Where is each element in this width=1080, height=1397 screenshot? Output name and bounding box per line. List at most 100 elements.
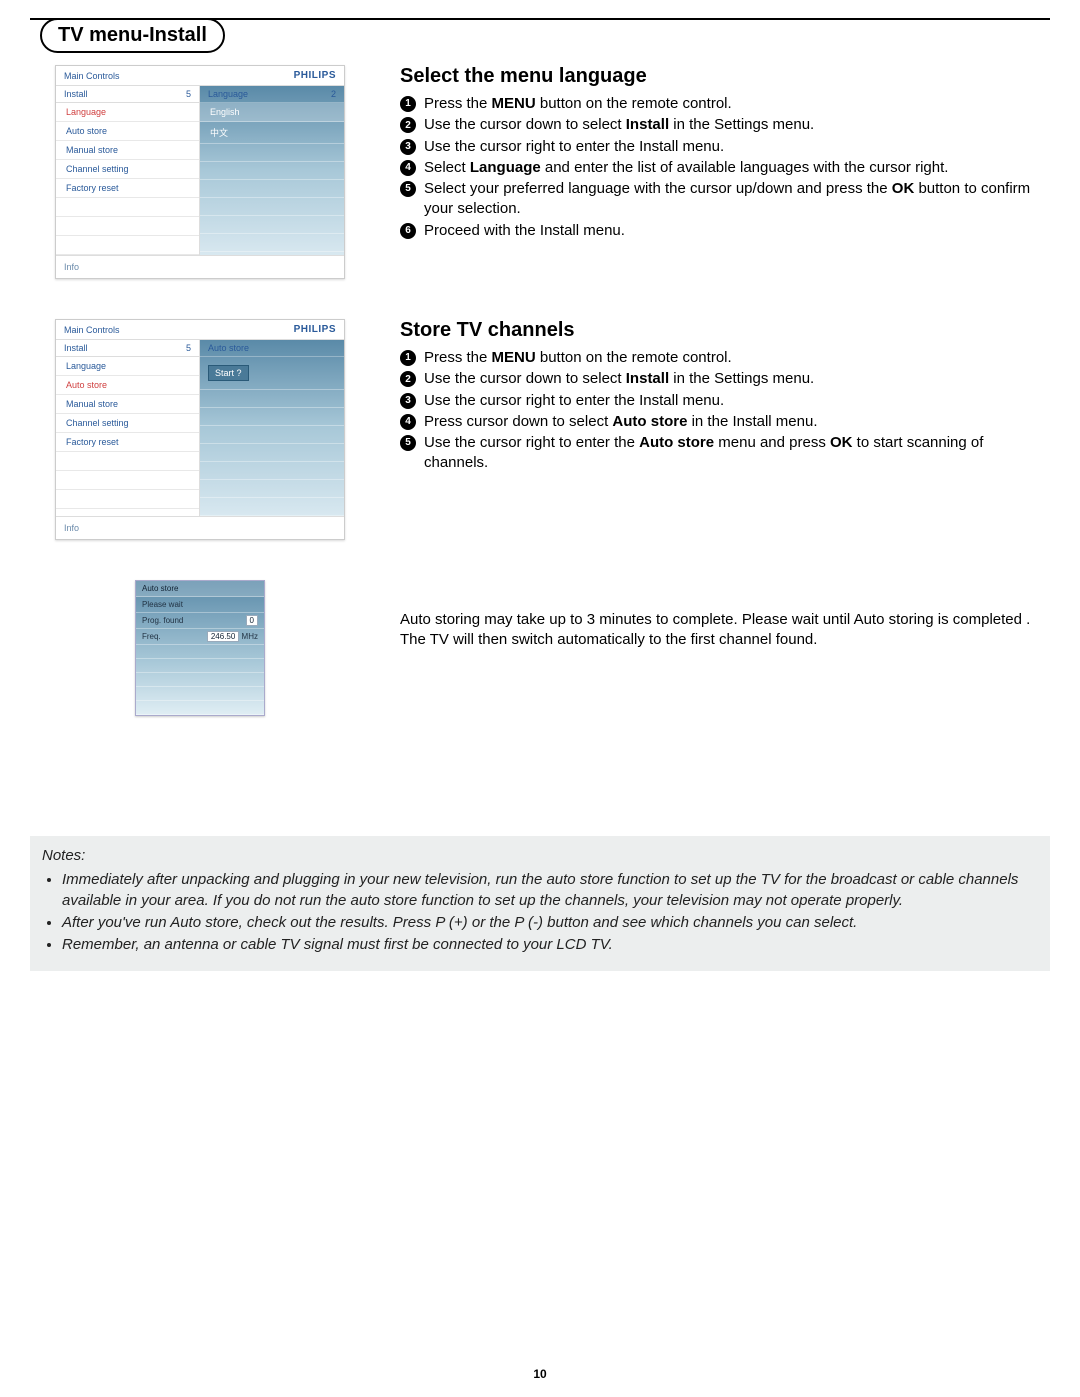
- main-controls-label: Main Controls: [64, 71, 120, 81]
- step-number-icon: 5: [400, 435, 416, 451]
- instruction-step: 3Use the cursor right to enter the Insta…: [400, 137, 1050, 157]
- instruction-step: 5 Use the cursor right to enter the Auto …: [400, 433, 1050, 474]
- progress-suffix: MHz: [239, 632, 258, 641]
- instruction-step: 4 Select Language and enter the list of a…: [400, 158, 1050, 178]
- progress-title: Auto store: [136, 581, 264, 597]
- instruction-step: 1 Press the MENU button on the remote con…: [400, 348, 1050, 368]
- instruction-step: 2 Use the cursor down to select Install i…: [400, 369, 1050, 389]
- menu-item[interactable]: Auto store: [56, 122, 199, 141]
- blank-row: [136, 659, 264, 673]
- progress-row: Prog. found 0: [136, 613, 264, 629]
- menu-item[interactable]: Channel setting: [56, 414, 199, 433]
- progress-value-wrap: 246.50 MHz: [207, 632, 258, 641]
- menu-header: Main Controls PHILIPS: [56, 66, 344, 86]
- step-number-icon: 4: [400, 414, 416, 430]
- blank-row: [200, 444, 344, 462]
- blank-row: [200, 162, 344, 180]
- tv-menu-autostore: Main Controls PHILIPS Install 5 Language…: [55, 319, 345, 540]
- step-text: Press the MENU button on the remote cont…: [424, 94, 1050, 114]
- blank-row: [56, 471, 199, 490]
- left-col-header: Install 5: [56, 86, 199, 103]
- blank-row: [136, 673, 264, 687]
- step-number-icon: 1: [400, 350, 416, 366]
- instruction-step: 3Use the cursor right to enter the Insta…: [400, 391, 1050, 411]
- autostore-progress-panel: Auto store Please wait Prog. found 0 Freq. 2…: [135, 580, 265, 716]
- step-text: Use the cursor down to select Install in…: [424, 115, 1050, 135]
- notes-title: Notes:: [42, 846, 1038, 866]
- menu-item[interactable]: Channel setting: [56, 160, 199, 179]
- blank-row: [200, 426, 344, 444]
- menu-item[interactable]: Manual store: [56, 141, 199, 160]
- main-controls-label: Main Controls: [64, 325, 120, 335]
- menu-option[interactable]: 中文: [200, 122, 344, 144]
- left-col-count: 5: [186, 89, 191, 99]
- right-col-header: Auto store: [200, 340, 344, 357]
- right-col-title: Language: [208, 89, 248, 99]
- section-store-channels: Main Controls PHILIPS Install 5 Language…: [30, 319, 1050, 540]
- notes-block: Notes: Immediately after unpacking and p…: [30, 836, 1050, 971]
- blank-row: [200, 144, 344, 162]
- blank-row: [200, 480, 344, 498]
- menu-item[interactable]: Auto store: [56, 376, 199, 395]
- progress-value: 246.50: [207, 631, 239, 642]
- brand-logo: PHILIPS: [294, 324, 336, 335]
- notes-list: Immediately after unpacking and plugging…: [42, 870, 1038, 955]
- page-number: 10: [0, 1367, 1080, 1381]
- menu-item[interactable]: Factory reset: [56, 433, 199, 452]
- brand-logo: PHILIPS: [294, 70, 336, 81]
- step-text: Proceed with the Install menu.: [424, 221, 1050, 241]
- progress-value-wrap: 0: [246, 616, 258, 625]
- menu-item[interactable]: Language: [56, 103, 199, 122]
- left-col-header: Install 5: [56, 340, 199, 357]
- autostore-wait-note: Auto storing may take up to 3 minutes to…: [400, 580, 1050, 651]
- left-col-title: Install: [64, 343, 88, 353]
- right-col-count: 2: [331, 89, 336, 99]
- step-number-icon: 3: [400, 139, 416, 155]
- right-col-header: Language 2: [200, 86, 344, 103]
- heading-store-channels: Store TV channels: [400, 319, 1050, 342]
- steps-store-channels: 1 Press the MENU button on the remote con…: [400, 348, 1050, 474]
- step-number-icon: 3: [400, 393, 416, 409]
- blank-row: [200, 198, 344, 216]
- instruction-step: 5 Select your preferred language with the…: [400, 179, 1050, 220]
- menu-header: Main Controls PHILIPS: [56, 320, 344, 340]
- progress-label: Freq.: [142, 632, 161, 641]
- blank-row: [136, 687, 264, 701]
- instruction-step: 6Proceed with the Install menu.: [400, 221, 1050, 241]
- menu-item[interactable]: Language: [56, 357, 199, 376]
- section-autostore-note: Auto store Please wait Prog. found 0 Freq. 2…: [30, 580, 1050, 716]
- blank-row: [56, 217, 199, 236]
- blank-row: [200, 390, 344, 408]
- progress-row: Freq. 246.50 MHz: [136, 629, 264, 645]
- blank-row: [200, 498, 344, 516]
- blank-row: [200, 234, 344, 252]
- blank-row: [136, 701, 264, 715]
- blank-row: [200, 216, 344, 234]
- step-number-icon: 1: [400, 96, 416, 112]
- menu-footer: Info: [56, 516, 344, 539]
- progress-row: Please wait: [136, 597, 264, 613]
- step-text: Press the MENU button on the remote cont…: [424, 348, 1050, 368]
- step-text: Select Language and enter the list of av…: [424, 158, 1050, 178]
- menu-item[interactable]: Factory reset: [56, 179, 199, 198]
- page-title-tab: TV menu-Install: [40, 18, 225, 53]
- blank-row: [200, 462, 344, 480]
- progress-label: Prog. found: [142, 616, 183, 625]
- step-number-icon: 5: [400, 181, 416, 197]
- progress-value: 0: [246, 615, 258, 626]
- menu-option[interactable]: English: [200, 103, 344, 122]
- blank-row: [136, 645, 264, 659]
- step-text: Select your preferred language with the …: [424, 179, 1050, 220]
- note-item: After you've run Auto store, check out t…: [62, 913, 1038, 933]
- start-button[interactable]: Start ?: [208, 365, 249, 381]
- step-text: Use the cursor down to select Install in…: [424, 369, 1050, 389]
- step-text: Use the cursor right to enter the Auto s…: [424, 433, 1050, 474]
- step-number-icon: 2: [400, 371, 416, 387]
- step-number-icon: 4: [400, 160, 416, 176]
- blank-row: [200, 408, 344, 426]
- steps-language: 1 Press the MENU button on the remote con…: [400, 94, 1050, 241]
- menu-item[interactable]: Manual store: [56, 395, 199, 414]
- heading-select-language: Select the menu language: [400, 65, 1050, 88]
- menu-footer: Info: [56, 255, 344, 278]
- right-col-title: Auto store: [208, 343, 249, 353]
